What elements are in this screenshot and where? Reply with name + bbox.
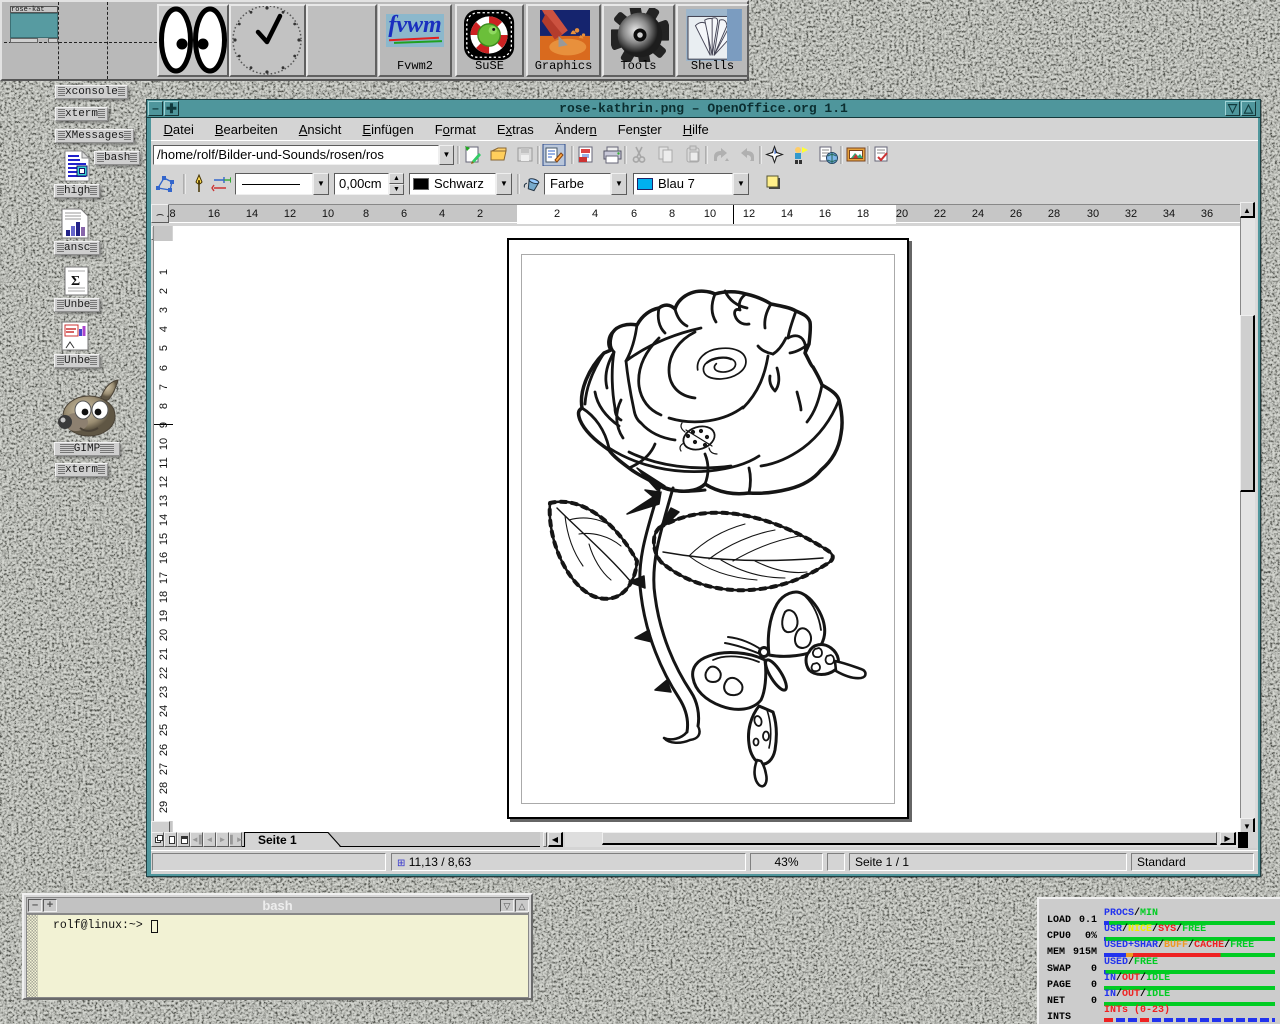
svg-text:Σ: Σ xyxy=(71,274,80,289)
